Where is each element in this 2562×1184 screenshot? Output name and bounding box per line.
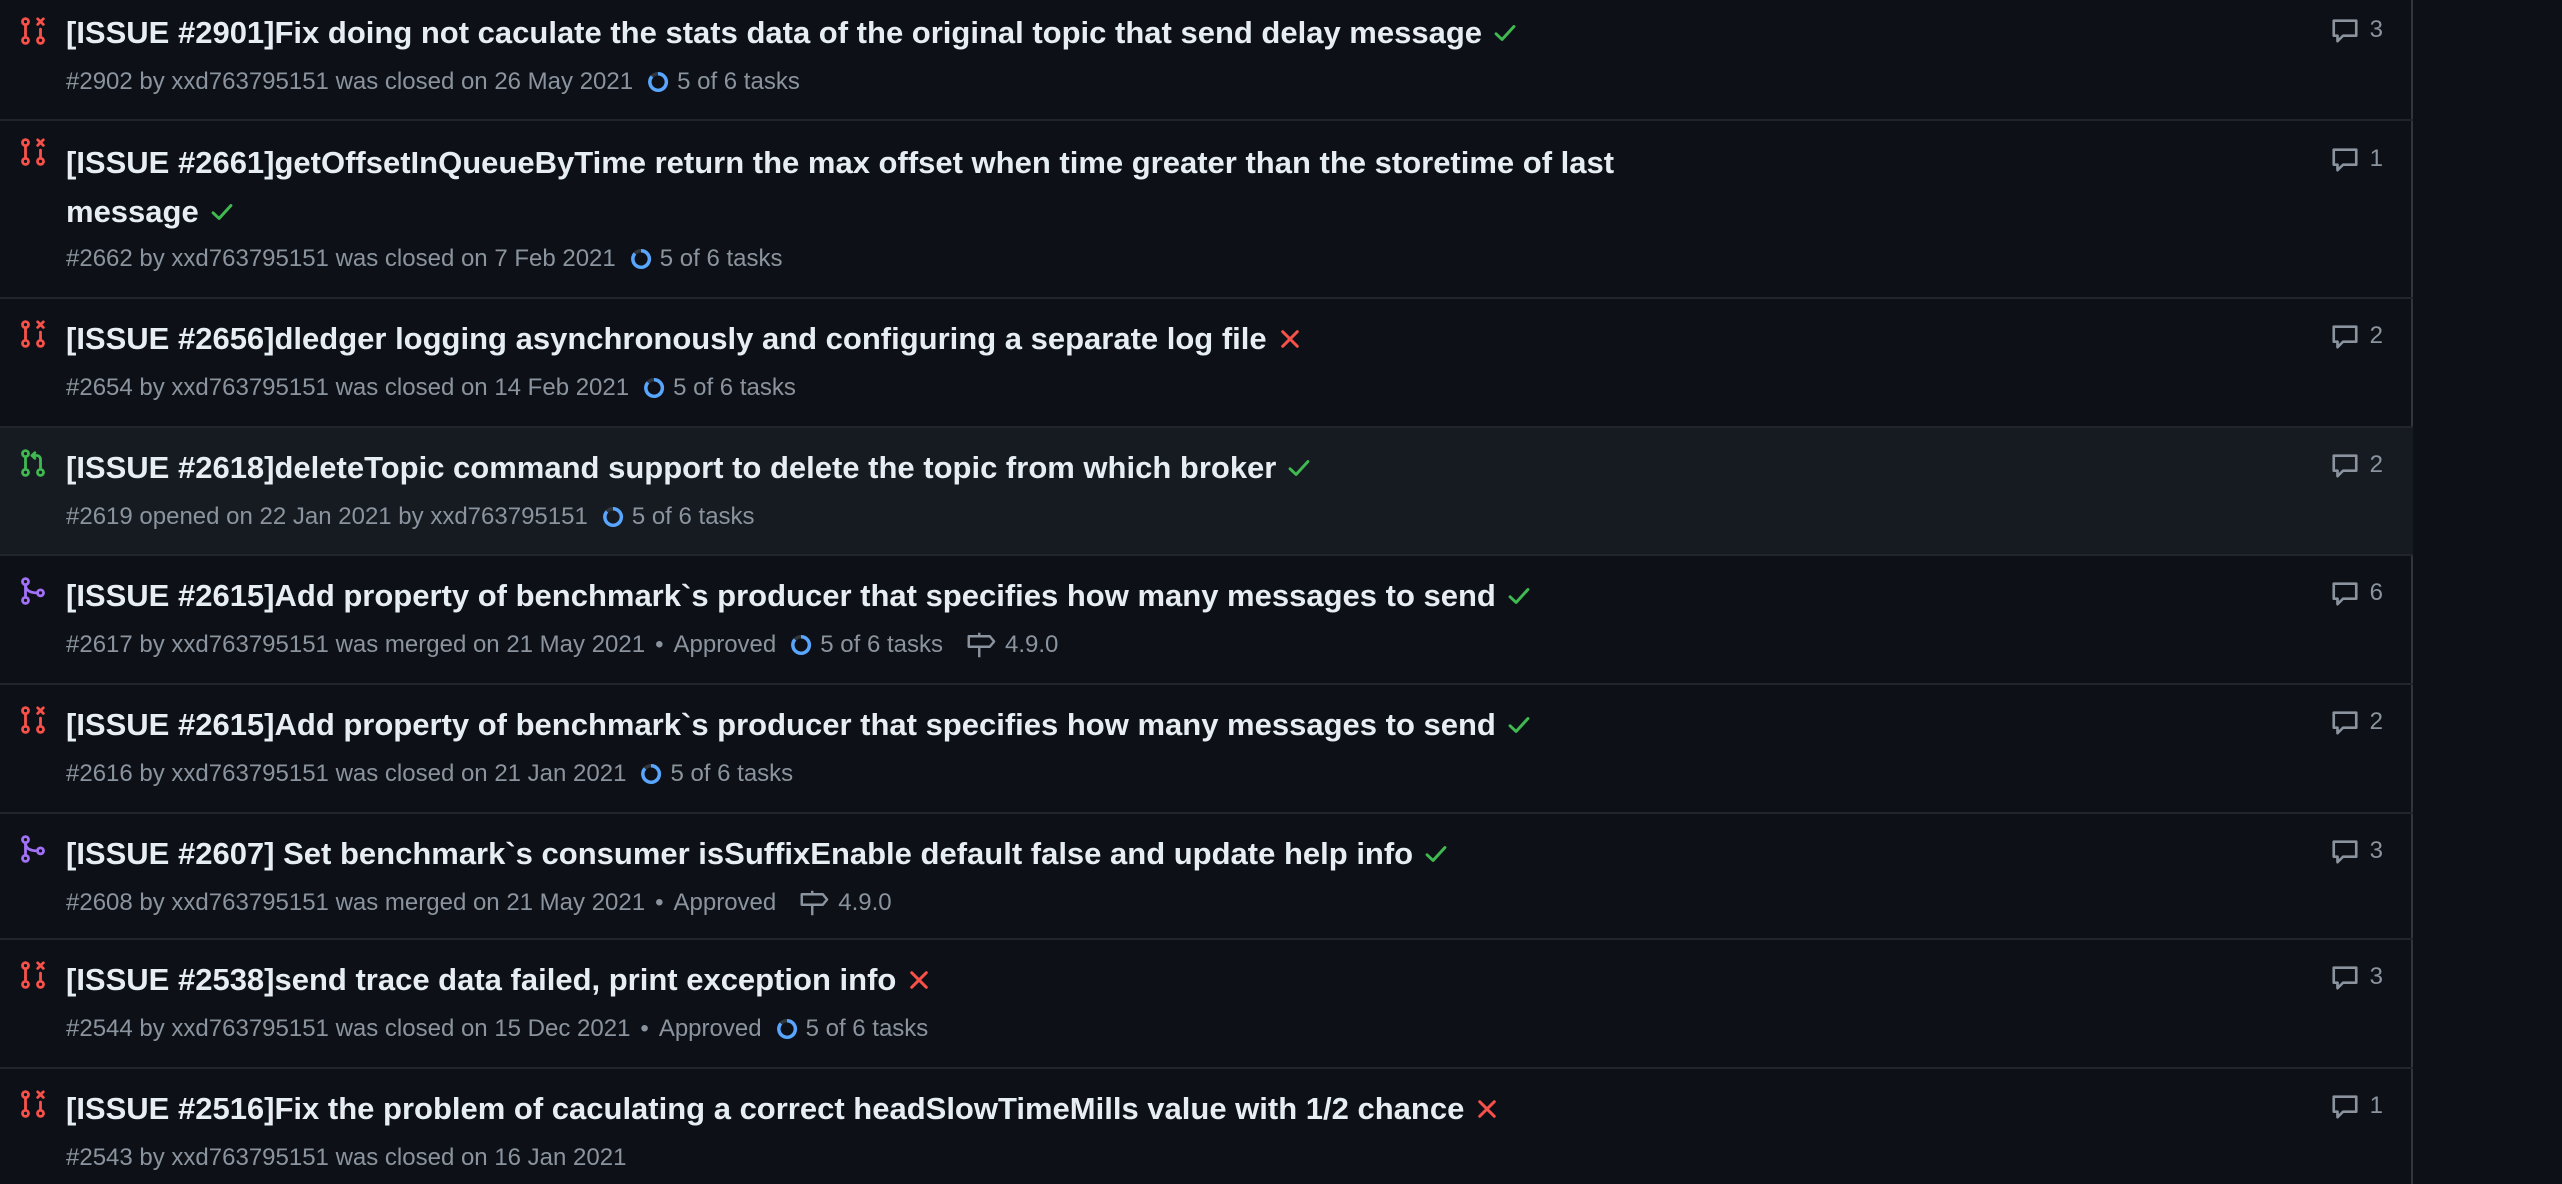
milestone-link[interactable]: 4.9.0 (965, 630, 1058, 660)
task-progress[interactable]: 5 of 6 tasks (790, 630, 943, 660)
comment-count-link[interactable]: 2 (2330, 321, 2383, 351)
comment-count: 6 (2369, 579, 2383, 606)
list-item: [ISSUE #2615]Add property of benchmark`s… (0, 685, 2413, 814)
pr-title: [ISSUE #2901]Fix doing not caculate the … (66, 15, 1483, 50)
pr-title: [ISSUE #2615]Add property of benchmark`s… (66, 707, 1496, 742)
comment-count: 2 (2369, 322, 2383, 349)
task-progress[interactable]: 5 of 6 tasks (647, 67, 800, 97)
pr-title-link[interactable]: [ISSUE #2661]getOffsetInQueueByTime retu… (66, 138, 1726, 236)
checks-passed-icon[interactable] (209, 199, 235, 225)
pr-meta: #2654 by xxd763795151 was closed on 14 F… (66, 373, 796, 403)
pr-title-link[interactable]: [ISSUE #2538]send trace data failed, pri… (66, 955, 1726, 1004)
comment-count: 3 (2369, 16, 2383, 43)
pr-title: [ISSUE #2607] Set benchmark`s consumer i… (66, 836, 1414, 871)
list-item: [ISSUE #2661]getOffsetInQueueByTime retu… (0, 121, 2413, 299)
pr-closed-icon (18, 319, 48, 349)
pr-meta: #2544 by xxd763795151 was closed on 15 D… (66, 1014, 929, 1044)
review-status[interactable]: Approved (659, 1014, 762, 1044)
pr-merged-icon (18, 834, 48, 864)
checks-passed-icon[interactable] (1506, 712, 1532, 738)
pr-title-link[interactable]: [ISSUE #2607] Set benchmark`s consumer i… (66, 829, 1726, 878)
pr-meta: #2619 opened on 22 Jan 2021 by xxd763795… (66, 502, 755, 532)
list-item: [ISSUE #2656]dledger logging asynchronou… (0, 299, 2413, 428)
comment-count-link[interactable]: 3 (2330, 15, 2383, 45)
pr-title: [ISSUE #2661]getOffsetInQueueByTime retu… (66, 145, 1615, 229)
checks-passed-icon[interactable] (1423, 841, 1449, 867)
review-status[interactable]: Approved (674, 888, 777, 918)
task-progress[interactable]: 5 of 6 tasks (776, 1014, 928, 1044)
pr-closed-icon (18, 960, 48, 990)
list-item: [ISSUE #2516]Fix the problem of caculati… (0, 1069, 2413, 1184)
list-item: [ISSUE #2901]Fix doing not caculate the … (0, 0, 2413, 121)
checks-failed-icon[interactable] (906, 967, 932, 993)
pr-title: [ISSUE #2516]Fix the problem of caculati… (66, 1091, 1465, 1126)
pr-merged-icon (18, 576, 48, 606)
pr-title: [ISSUE #2615]Add property of benchmark`s… (66, 578, 1496, 613)
comment-count-link[interactable]: 2 (2330, 450, 2383, 480)
comment-count-link[interactable]: 2 (2330, 707, 2383, 737)
pr-meta-text: #2608 by xxd763795151 was merged on 21 M… (66, 889, 646, 916)
pr-title-link[interactable]: [ISSUE #2618]deleteTopic command support… (66, 443, 1726, 492)
pr-title-link[interactable]: [ISSUE #2656]dledger logging asynchronou… (66, 314, 1726, 363)
checks-failed-icon[interactable] (1277, 326, 1303, 352)
comment-count-link[interactable]: 3 (2330, 962, 2383, 992)
comment-count-link[interactable]: 6 (2330, 578, 2383, 608)
pr-meta: #2543 by xxd763795151 was closed on 16 J… (66, 1143, 626, 1173)
pr-closed-icon (18, 705, 48, 735)
pr-closed-icon (18, 1089, 48, 1119)
pr-meta-text: #2543 by xxd763795151 was closed on 16 J… (66, 1144, 627, 1171)
pr-title: [ISSUE #2618]deleteTopic command support… (66, 450, 1277, 485)
pr-meta: #2902 by xxd763795151 was closed on 26 M… (66, 67, 800, 97)
task-progress[interactable]: 5 of 6 tasks (630, 244, 782, 274)
task-progress[interactable]: 5 of 6 tasks (602, 502, 755, 532)
comment-count: 2 (2369, 451, 2383, 478)
list-item: [ISSUE #2618]deleteTopic command support… (0, 428, 2413, 556)
comment-count-link[interactable]: 1 (2330, 144, 2383, 174)
pr-open-icon (18, 448, 48, 478)
pr-title: [ISSUE #2538]send trace data failed, pri… (66, 962, 897, 997)
pr-meta-text: #2616 by xxd763795151 was closed on 21 J… (66, 760, 627, 787)
pr-meta-text: #2544 by xxd763795151 was closed on 15 D… (66, 1015, 631, 1042)
list-item: [ISSUE #2538]send trace data failed, pri… (0, 940, 2413, 1069)
pr-meta-text: #2617 by xxd763795151 was merged on 21 M… (66, 631, 646, 658)
pr-meta-text: #2662 by xxd763795151 was closed on 7 Fe… (66, 245, 616, 272)
comment-count: 2 (2369, 708, 2383, 735)
checks-passed-icon[interactable] (1286, 455, 1312, 481)
list-item: [ISSUE #2607] Set benchmark`s consumer i… (0, 814, 2413, 940)
checks-passed-icon[interactable] (1492, 20, 1518, 46)
pr-title: [ISSUE #2656]dledger logging asynchronou… (66, 321, 1267, 356)
review-status[interactable]: Approved (674, 630, 777, 660)
comment-count: 1 (2369, 145, 2383, 172)
pr-title-link[interactable]: [ISSUE #2615]Add property of benchmark`s… (66, 571, 1726, 620)
list-item: [ISSUE #2615]Add property of benchmark`s… (0, 556, 2413, 685)
pr-title-link[interactable]: [ISSUE #2516]Fix the problem of caculati… (66, 1084, 1726, 1133)
pr-title-link[interactable]: [ISSUE #2615]Add property of benchmark`s… (66, 700, 1726, 749)
comment-count: 3 (2369, 963, 2383, 990)
pr-meta: #2616 by xxd763795151 was closed on 21 J… (66, 759, 793, 789)
pr-meta-text: #2619 opened on 22 Jan 2021 by xxd763795… (66, 503, 588, 530)
comment-count: 1 (2369, 1092, 2383, 1119)
checks-failed-icon[interactable] (1474, 1096, 1500, 1122)
pr-title-link[interactable]: [ISSUE #2901]Fix doing not caculate the … (66, 8, 1726, 57)
pr-meta-text: #2654 by xxd763795151 was closed on 14 F… (66, 374, 630, 401)
pr-closed-icon (18, 137, 48, 167)
pr-meta: #2662 by xxd763795151 was closed on 7 Fe… (66, 244, 782, 274)
task-progress[interactable]: 5 of 6 tasks (643, 373, 796, 403)
pr-meta: #2608 by xxd763795151 was merged on 21 M… (66, 888, 892, 918)
milestone-link[interactable]: 4.9.0 (798, 888, 892, 918)
checks-passed-icon[interactable] (1506, 583, 1532, 609)
comment-count-link[interactable]: 1 (2330, 1091, 2383, 1121)
pr-closed-icon (18, 16, 48, 46)
comment-count: 3 (2369, 837, 2383, 864)
pull-request-list: [ISSUE #2901]Fix doing not caculate the … (0, 0, 2413, 1184)
comment-count-link[interactable]: 3 (2330, 836, 2383, 866)
task-progress[interactable]: 5 of 6 tasks (640, 759, 793, 789)
pr-meta: #2617 by xxd763795151 was merged on 21 M… (66, 630, 1059, 660)
pr-meta-text: #2902 by xxd763795151 was closed on 26 M… (66, 68, 634, 95)
